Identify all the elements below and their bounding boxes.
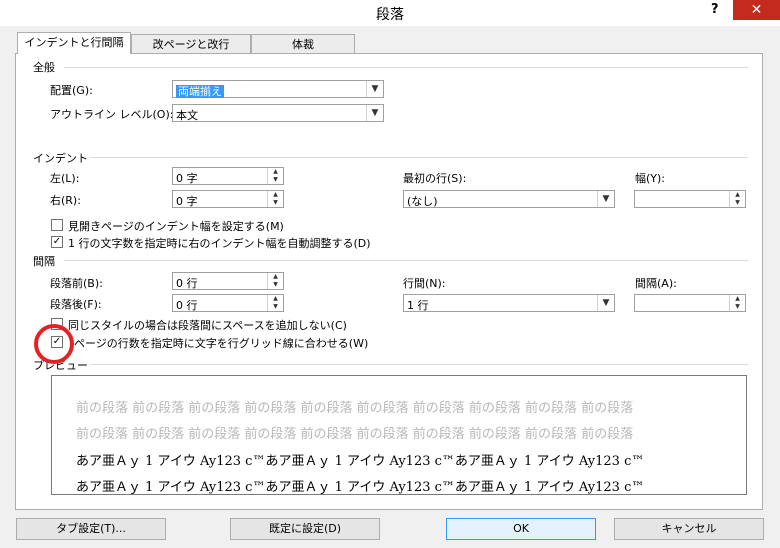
spacing-at-label: 間隔(A): — [635, 277, 677, 290]
spin-arrows-icon[interactable]: ▲ ▼ — [267, 295, 283, 311]
line-spacing-label: 行間(N): — [403, 277, 446, 290]
spacing-at-spinner[interactable]: ▲ ▼ — [634, 294, 746, 312]
space-before-spinner[interactable]: 0 行 ▲ ▼ — [172, 272, 284, 290]
indent-right-label: 右(R): — [50, 194, 81, 207]
spin-arrows-icon[interactable]: ▲ ▼ — [267, 191, 283, 207]
space-after-spinner[interactable]: 0 行 ▲ ▼ — [172, 294, 284, 312]
divider — [64, 67, 748, 68]
mirror-indents-label[interactable]: 見開きページのインデント幅を設定する(M) — [68, 218, 284, 234]
auto-adjust-checkbox[interactable]: ✓ — [51, 236, 63, 248]
indent-right-spinner[interactable]: 0 字 ▲ ▼ — [172, 190, 284, 208]
outline-level-label: アウトライン レベル(O): — [50, 108, 174, 121]
line-spacing-dropdown[interactable]: 1 行 ▼ — [403, 294, 615, 312]
alignment-label: 配置(G): — [50, 84, 93, 97]
spin-arrows-icon[interactable]: ▲ ▼ — [729, 191, 745, 207]
preview-previous-paragraph: 前の段落 前の段落 前の段落 前の段落 前の段落 前の段落 前の段落 前の段落 … — [76, 427, 634, 442]
first-line-value: (なし) — [407, 195, 438, 208]
section-indent-header: インデント — [33, 152, 88, 165]
alignment-value: 両端揃え — [176, 85, 224, 98]
no-space-same-style-label[interactable]: 同じスタイルの場合は段落間にスペースを追加しない(C) — [68, 317, 347, 333]
space-after-label: 段落後(F): — [50, 298, 102, 311]
indent-left-value: 0 字 — [176, 172, 198, 185]
divider — [90, 157, 748, 158]
indent-right-value: 0 字 — [176, 195, 198, 208]
outline-level-value: 本文 — [176, 109, 198, 122]
indent-left-label: 左(L): — [50, 172, 80, 185]
annotation-circle — [34, 324, 74, 364]
chevron-down-icon: ▼ — [366, 81, 383, 97]
cancel-button[interactable]: キャンセル — [614, 518, 764, 540]
space-before-label: 段落前(B): — [50, 277, 103, 290]
outline-level-dropdown[interactable]: 本文 ▼ — [172, 104, 384, 122]
first-line-label: 最初の行(S): — [403, 172, 467, 185]
line-spacing-value: 1 行 — [407, 299, 429, 312]
spin-arrows-icon[interactable]: ▲ ▼ — [729, 295, 745, 311]
spin-arrows-icon[interactable]: ▲ ▼ — [267, 168, 283, 184]
preview-previous-paragraph: 前の段落 前の段落 前の段落 前の段落 前の段落 前の段落 前の段落 前の段落 … — [76, 401, 634, 416]
ok-button[interactable]: OK — [446, 518, 596, 540]
chevron-down-icon: ▼ — [366, 105, 383, 121]
preview-sample-text: あア亜Ａｙ 1 アイウ Ay123 c™あア亜Ａｙ 1 アイウ Ay123 c™… — [76, 480, 645, 495]
auto-adjust-label[interactable]: 1 行の文字数を指定時に右のインデント幅を自動調整する(D) — [68, 235, 371, 251]
indent-width-spinner[interactable]: ▲ ▼ — [634, 190, 746, 208]
divider — [90, 364, 748, 365]
space-after-value: 0 行 — [176, 299, 198, 312]
preview-sample-text: あア亜Ａｙ 1 アイウ Ay123 c™あア亜Ａｙ 1 アイウ Ay123 c™… — [76, 454, 645, 469]
section-general-header: 全般 — [33, 61, 55, 74]
divider — [64, 260, 748, 261]
indent-width-label: 幅(Y): — [635, 172, 666, 185]
alignment-dropdown[interactable]: 両端揃え ▼ — [172, 80, 384, 98]
preview-box: 前の段落 前の段落 前の段落 前の段落 前の段落 前の段落 前の段落 前の段落 … — [51, 375, 747, 495]
space-before-value: 0 行 — [176, 277, 198, 290]
indent-left-spinner[interactable]: 0 字 ▲ ▼ — [172, 167, 284, 185]
set-default-button[interactable]: 既定に設定(D) — [230, 518, 380, 540]
snap-to-grid-label[interactable]: ページの行数を指定時に文字を行グリッド線に合わせる(W) — [74, 335, 368, 351]
section-spacing-header: 間隔 — [33, 255, 55, 268]
chevron-down-icon: ▼ — [597, 191, 614, 207]
tabs-button[interactable]: タブ設定(T)... — [16, 518, 166, 540]
mirror-indents-checkbox[interactable] — [51, 219, 63, 231]
chevron-down-icon: ▼ — [597, 295, 614, 311]
first-line-dropdown[interactable]: (なし) ▼ — [403, 190, 615, 208]
spin-arrows-icon[interactable]: ▲ ▼ — [267, 273, 283, 289]
